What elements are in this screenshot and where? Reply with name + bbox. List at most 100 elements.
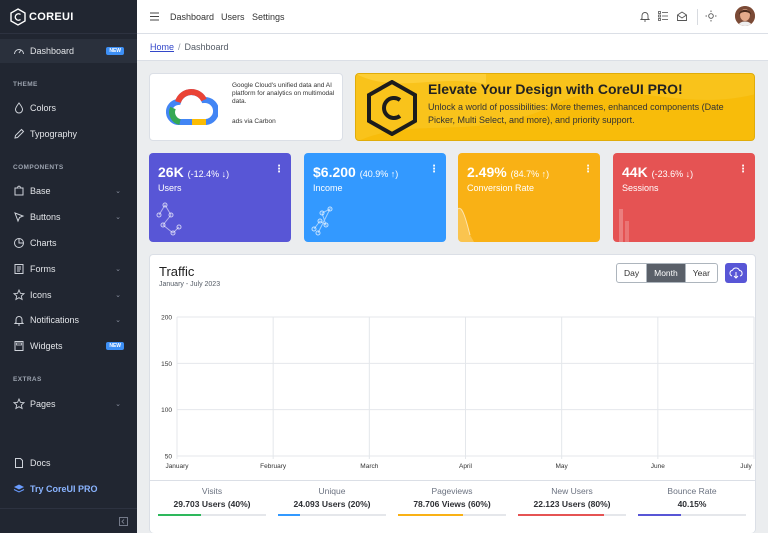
sidebar-item-forms[interactable]: Forms ⌄ <box>0 257 137 281</box>
conversion-rate-area-chart <box>458 207 474 242</box>
more-options-icon[interactable]: ⋮ <box>274 164 284 175</box>
sidebar-item-colors[interactable]: Colors <box>0 96 137 120</box>
traffic-stat-title: Pageviews <box>431 486 473 496</box>
header-divider <box>697 9 698 25</box>
sidebar-item-buttons[interactable]: Buttons ⌄ <box>0 205 137 229</box>
sidebar-item-label: Forms <box>30 264 56 274</box>
stat-value: $6.200 (40.9% ↑) <box>313 164 399 180</box>
sidebar-item-base[interactable]: Base ⌄ <box>0 179 137 203</box>
bell-icon <box>13 314 25 326</box>
stat-label: Conversion Rate <box>467 183 535 193</box>
new-badge: NEW <box>106 47 124 55</box>
breadcrumb-bar: Home / Dashboard <box>137 34 768 61</box>
menu-toggle-icon[interactable] <box>150 12 159 21</box>
bell-icon[interactable] <box>639 10 651 22</box>
calculator-icon <box>13 340 25 352</box>
sidebar-item-label: Base <box>30 186 51 196</box>
x-tick-label: May <box>556 463 569 470</box>
traffic-stat-title: New Users <box>551 486 593 496</box>
users-sparkline <box>156 202 182 236</box>
traffic-stat-progress <box>278 514 386 516</box>
ad-via-label[interactable]: ads via Carbon <box>232 118 276 125</box>
sidebar-toggler-icon[interactable] <box>119 517 128 526</box>
traffic-stat-value: 24.093 Users (20%) <box>293 499 371 509</box>
traffic-stat-title: Visits <box>201 486 223 496</box>
sidebar-item-label: Try CoreUI PRO <box>30 484 98 494</box>
brand-logo[interactable]: COREUI <box>0 0 137 34</box>
more-options-icon[interactable]: ⋮ <box>429 164 439 175</box>
chevron-down-icon: ⌄ <box>115 401 121 408</box>
progress-fill <box>518 514 605 516</box>
more-options-icon[interactable]: ⋮ <box>583 164 593 175</box>
sidebar-item-widgets[interactable]: Widgets NEW <box>0 334 137 358</box>
y-tick-label: 100 <box>161 407 172 414</box>
y-tick-label: 150 <box>161 361 172 368</box>
x-tick-label: June <box>651 463 665 470</box>
more-options-icon[interactable]: ⋮ <box>738 164 748 175</box>
ad-text[interactable]: Google Cloud's unified data and AI platf… <box>232 82 340 106</box>
stat-value: 2.49% (84.7% ↑) <box>467 164 550 180</box>
progress-fill <box>158 514 202 516</box>
envelope-open-icon[interactable] <box>676 10 688 22</box>
breadcrumb-current: Dashboard <box>184 42 229 52</box>
traffic-stat-visits: Visits 29.703 Users (40%) <box>158 486 266 516</box>
sidebar-item-dashboard[interactable]: Dashboard NEW <box>0 39 137 63</box>
stat-label: Income <box>313 183 343 193</box>
header-link-dashboard[interactable]: Dashboard <box>170 12 214 22</box>
puzzle-icon <box>13 185 25 197</box>
traffic-stat-new-users: New Users 22.123 Users (80%) <box>518 486 626 516</box>
header-link-users[interactable]: Users <box>221 12 245 22</box>
avatar[interactable] <box>735 6 755 26</box>
breadcrumb-separator: / <box>178 42 181 52</box>
star-icon <box>13 398 25 410</box>
pencil-icon <box>13 128 25 140</box>
sidebar-item-label: Widgets <box>30 341 63 351</box>
coreui-hexagon-logo-icon <box>367 80 417 136</box>
x-tick-label: February <box>260 463 287 470</box>
notes-icon <box>13 263 25 275</box>
chevron-down-icon: ⌄ <box>115 214 121 221</box>
sidebar-item-notifications[interactable]: Notifications ⌄ <box>0 308 137 332</box>
stat-card-users: 26K (-12.4% ↓) Users ⋮ <box>149 153 291 242</box>
stat-change: (-12.4% ↓) <box>187 169 230 179</box>
carbon-ad-card[interactable]: Google Cloud's unified data and AI platf… <box>149 73 343 141</box>
brand-name: COREUI <box>29 10 74 23</box>
sidebar-item-label: Buttons <box>30 212 61 222</box>
sidebar-item-label: Notifications <box>30 315 80 325</box>
sidebar-item-icons[interactable]: Icons ⌄ <box>0 283 137 307</box>
stat-value: 44K (-23.6% ↓) <box>622 164 694 180</box>
cursor-icon <box>13 211 25 223</box>
list-icon[interactable] <box>657 10 669 22</box>
traffic-stat-value: 40.15% <box>677 499 707 509</box>
traffic-stat-bounce-rate: Bounce Rate 40.15% <box>638 486 746 516</box>
sun-icon[interactable] <box>705 10 717 22</box>
traffic-card: Traffic January - July 2023 Day Month Ye… <box>149 254 756 533</box>
progress-fill <box>398 514 463 516</box>
x-tick-label: April <box>459 463 473 470</box>
sidebar-item-pages[interactable]: Pages ⌄ <box>0 392 137 416</box>
y-tick-label: 50 <box>165 454 173 461</box>
sidebar-item-try-pro[interactable]: Try CoreUI PRO <box>0 477 137 501</box>
layers-icon <box>13 483 25 495</box>
description-icon <box>13 457 25 469</box>
traffic-stat-unique: Unique 24.093 Users (20%) <box>278 486 386 516</box>
stat-card-sessions: 44K (-23.6% ↓) Sessions ⋮ <box>613 153 755 242</box>
sessions-bar-chart <box>619 209 629 242</box>
sidebar-item-charts[interactable]: Charts <box>0 231 137 255</box>
promo-title: Elevate Your Design with CoreUI PRO! <box>428 81 683 97</box>
sidebar-item-docs[interactable]: Docs <box>0 451 137 475</box>
traffic-stat-pageviews: Pageviews 78.706 Views (60%) <box>398 486 506 516</box>
sidebar-item-label: Pages <box>30 399 56 409</box>
progress-fill <box>278 514 300 516</box>
sidebar-item-label: Docs <box>30 458 51 468</box>
breadcrumb-home-link[interactable]: Home <box>150 42 174 52</box>
section-title-theme: THEME <box>13 81 38 88</box>
header-link-settings[interactable]: Settings <box>252 12 285 22</box>
traffic-stat-progress <box>158 514 266 516</box>
coreui-pro-promo-card[interactable]: Elevate Your Design with CoreUI PRO! Unl… <box>355 73 755 141</box>
traffic-stat-progress <box>518 514 626 516</box>
traffic-stat-value: 22.123 Users (80%) <box>533 499 611 509</box>
star-icon <box>13 289 25 301</box>
stat-label: Users <box>158 183 182 193</box>
sidebar-item-typography[interactable]: Typography <box>0 122 137 146</box>
